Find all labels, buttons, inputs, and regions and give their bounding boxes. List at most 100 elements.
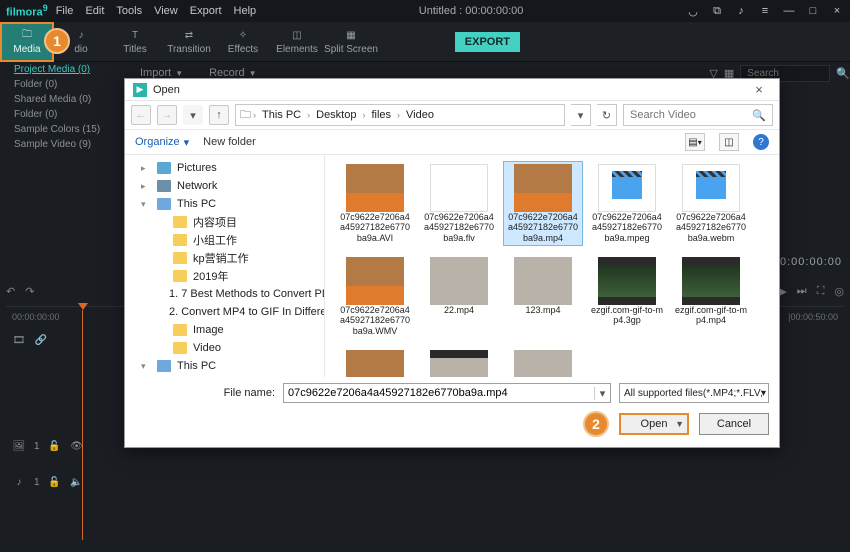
eye-icon[interactable]: 👁 <box>70 441 84 452</box>
search-icon[interactable]: 🔍 <box>836 67 850 80</box>
ribbon-transition[interactable]: ⇄Transition <box>162 22 216 62</box>
notify-icon[interactable]: ♪ <box>734 5 748 17</box>
file-item[interactable]: 07c9622e7206a4a45927182e6770ba9a.mp4 <box>503 161 583 246</box>
folder-icon <box>173 252 187 264</box>
tree-node[interactable]: 2. Convert MP4 to GIF In Different Devic… <box>125 303 324 321</box>
tree-node[interactable]: 2019年 <box>125 267 324 285</box>
folder-icon <box>173 324 187 336</box>
camera-icon[interactable]: ◎ <box>834 285 844 298</box>
refresh-button[interactable]: ↻ <box>597 104 617 126</box>
tree-node[interactable]: 小组工作 <box>125 231 324 249</box>
ribbon-titles[interactable]: TTitles <box>108 22 162 62</box>
tree-node[interactable]: 1. 7 Best Methods to Convert PDF to GIF <box>125 285 324 303</box>
file-item[interactable] <box>335 347 415 377</box>
window-minimize[interactable]: — <box>782 5 796 17</box>
dialog-titlebar: ▶ Open × <box>125 79 779 101</box>
file-item[interactable]: 22.mp4 <box>419 254 499 339</box>
tree-node[interactable]: ▸Network <box>125 177 324 195</box>
tree-label: 2019年 <box>193 268 228 284</box>
export-button[interactable]: EXPORT <box>455 32 520 52</box>
organize-dropdown[interactable]: Organize ▾ <box>135 136 189 149</box>
tree-node[interactable]: kp营销工作 <box>125 249 324 267</box>
fullscreen-icon[interactable]: ⛶ <box>817 285 825 298</box>
file-type-filter[interactable]: All supported files(*.MP4;*.FLV; ▾ <box>619 383 769 403</box>
menu-edit[interactable]: Edit <box>85 5 104 17</box>
tree-node[interactable]: Video <box>125 339 324 357</box>
dialog-search-box[interactable]: 🔍 <box>623 104 773 126</box>
file-item[interactable]: 07c9622e7206a4a45927182e6770ba9a.webm <box>671 161 751 246</box>
file-item[interactable]: ezgif.com-gif-to-mp4.3gp <box>587 254 667 339</box>
tree-node[interactable]: ▸Pictures <box>125 159 324 177</box>
folder-icon <box>173 234 187 246</box>
window-maximize[interactable]: □ <box>806 5 820 17</box>
expand-icon[interactable]: ▸ <box>141 163 151 174</box>
tree-node[interactable]: Image <box>125 321 324 339</box>
file-list-pane[interactable]: 07c9622e7206a4a45927182e6770ba9a.AVI07c9… <box>325 155 779 377</box>
window-close[interactable]: × <box>830 5 844 17</box>
menu-file[interactable]: File <box>56 5 74 17</box>
lock-icon[interactable]: 🔓 <box>48 477 62 488</box>
speaker-icon[interactable]: 🔈 <box>70 477 84 488</box>
sidebar-item[interactable]: Shared Media (0) <box>0 92 120 107</box>
account-icon[interactable]: ◡ <box>686 5 700 18</box>
redo-icon[interactable]: ↷ <box>25 285 34 298</box>
view-mode-button[interactable]: ▤▾ <box>685 133 705 151</box>
nav-recent-dropdown[interactable]: ▾ <box>183 105 203 125</box>
playhead-icon[interactable] <box>78 303 88 310</box>
lock-icon[interactable]: 🔓 <box>48 441 62 452</box>
tree-node[interactable]: ▾This PC <box>125 357 324 375</box>
search-icon: 🔍 <box>752 109 766 122</box>
file-item[interactable]: 07c9622e7206a4a45927182e6770ba9a.WMV <box>335 254 415 339</box>
expand-icon[interactable]: ▾ <box>141 361 151 372</box>
file-item[interactable]: 07c9622e7206a4a45927182e6770ba9a.mpeg <box>587 161 667 246</box>
timeline-track-audio[interactable]: ♪1 🔓 🔈 <box>6 468 844 496</box>
folder-tree[interactable]: ▸Pictures▸Network▾This PC内容项目小组工作kp营销工作2… <box>125 155 325 377</box>
chevron-down-icon[interactable]: ▾ <box>594 387 610 400</box>
sidebar-item[interactable]: Sample Colors (15) <box>0 122 120 137</box>
file-item[interactable]: 07c9622e7206a4a45927182e6770ba9a.AVI <box>335 161 415 246</box>
tree-node[interactable]: ▾This PC <box>125 195 324 213</box>
ribbon-effects[interactable]: ✧Effects <box>216 22 270 62</box>
settings-icon[interactable]: ≡ <box>758 5 772 17</box>
dialog-close-button[interactable]: × <box>747 82 771 97</box>
nav-forward-button[interactable]: → <box>157 105 177 125</box>
dialog-search-input[interactable] <box>630 109 748 121</box>
address-history-dropdown[interactable]: ▾ <box>571 104 591 126</box>
new-folder-button[interactable]: New folder <box>203 136 256 148</box>
menu-export[interactable]: Export <box>190 5 222 17</box>
menu-help[interactable]: Help <box>234 5 257 17</box>
sidebar-item[interactable]: Folder (0) <box>0 77 120 92</box>
ribbon-elements[interactable]: ◫Elements <box>270 22 324 62</box>
sidebar-item[interactable]: Sample Video (9) <box>0 137 120 152</box>
expand-icon[interactable]: ▸ <box>141 181 151 192</box>
cart-icon[interactable]: ⧉ <box>710 5 724 18</box>
breadcrumb[interactable]: 🗀› This PC› Desktop› files› Video <box>235 104 565 126</box>
tree-label: Video <box>193 342 221 354</box>
folder-icon: 🗀 <box>240 106 251 125</box>
file-item[interactable]: 123.mp4 <box>503 254 583 339</box>
preview-pane-button[interactable]: ◫ <box>719 133 739 151</box>
sidebar-project-media[interactable]: Project Media (0) <box>0 62 120 77</box>
file-item[interactable] <box>503 347 583 377</box>
menu-tools[interactable]: Tools <box>116 5 142 17</box>
play-next-icon[interactable]: ⏭ <box>797 285 807 298</box>
expand-icon[interactable]: ▾ <box>141 199 151 210</box>
callout-badge-2: 2 <box>583 411 609 437</box>
file-item[interactable] <box>419 347 499 377</box>
file-item[interactable]: ezgif.com-gif-to-mp4.mp4 <box>671 254 751 339</box>
filename-input[interactable] <box>284 387 594 399</box>
open-button[interactable]: Open▼ <box>619 413 689 435</box>
nav-back-button[interactable]: ← <box>131 105 151 125</box>
file-item[interactable]: 07c9622e7206a4a45927182e6770ba9a.flv <box>419 161 499 246</box>
undo-icon[interactable]: ↶ <box>6 285 15 298</box>
nav-up-button[interactable]: ↑ <box>209 105 229 125</box>
menu-view[interactable]: View <box>154 5 178 17</box>
sidebar-item[interactable]: Folder (0) <box>0 107 120 122</box>
filename-combobox[interactable]: ▾ <box>283 383 611 403</box>
ribbon-splitscreen[interactable]: ▦Split Screen <box>324 22 378 62</box>
help-icon[interactable]: ? <box>753 134 769 150</box>
cancel-button[interactable]: Cancel <box>699 413 769 435</box>
chevron-down-icon[interactable]: ▼ <box>675 419 684 429</box>
splitscreen-icon: ▦ <box>343 29 359 43</box>
tree-node[interactable]: 内容项目 <box>125 213 324 231</box>
